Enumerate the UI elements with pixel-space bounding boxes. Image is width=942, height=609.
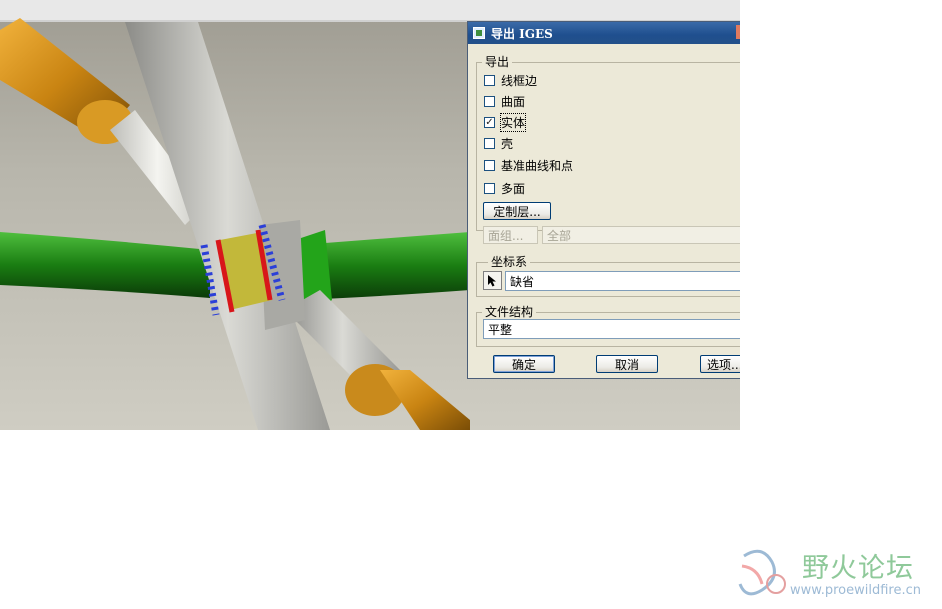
option-label: 实体 [499,112,527,132]
app-icon [473,27,485,39]
option-label: 基准曲线和点 [501,158,574,173]
option-label: 曲面 [501,94,526,109]
option-shell[interactable]: 壳 [484,135,513,151]
checkbox-datum-curves-points[interactable] [484,159,495,171]
watermark-logo-icon [738,549,786,596]
export-group-label: 导出 [482,53,513,70]
option-surfaces[interactable]: 曲面 [484,93,525,109]
forum-watermark: 野火论坛 www.proewildfire.cn [732,540,942,609]
coordinate-system-label: 坐标系 [488,253,531,270]
dialog-title-bar[interactable]: 导出 IGES [468,22,740,44]
custom-layers-button[interactable]: 定制层... [483,202,551,220]
option-datum-curves-points[interactable]: 基准曲线和点 [484,157,573,173]
facet-group-field: 全部 [542,226,740,244]
cancel-button[interactable]: 取消 [596,355,658,373]
option-wireframe-edges[interactable]: 线框边 [484,72,537,88]
file-structure-label: 文件结构 [482,303,537,320]
dialog-title: 导出 IGES [491,26,553,41]
green-tube-left [0,232,210,298]
option-solids[interactable]: 实体 [484,112,527,132]
export-iges-dialog: 导出 IGES 导出 线框边 曲面 实体 壳 基准曲线和点 多面 定制层... … [467,21,740,379]
checkbox-facets[interactable] [484,182,495,194]
coordinate-system-field[interactable]: 缺省 [505,271,740,291]
cursor-arrow-icon [488,275,496,287]
close-button-partial[interactable] [736,25,740,39]
option-facets[interactable]: 多面 [484,180,525,196]
options-button[interactable]: 选项... [700,355,740,373]
checkbox-shell[interactable] [484,137,495,149]
checkbox-surfaces[interactable] [484,95,495,107]
option-label: 壳 [501,136,514,151]
file-structure-select[interactable]: 平整 [483,319,740,339]
option-label: 线框边 [501,73,538,88]
pick-coordinate-system-button[interactable] [483,271,502,290]
ok-button[interactable]: 确定 [493,355,555,373]
checkbox-solids[interactable] [484,116,495,128]
watermark-url: www.proewildfire.cn [790,583,921,598]
facet-group-button: 面组... [483,226,538,244]
option-label: 多面 [501,181,526,196]
checkbox-wireframe-edges[interactable] [484,74,495,86]
watermark-title: 野火论坛 [802,553,914,584]
